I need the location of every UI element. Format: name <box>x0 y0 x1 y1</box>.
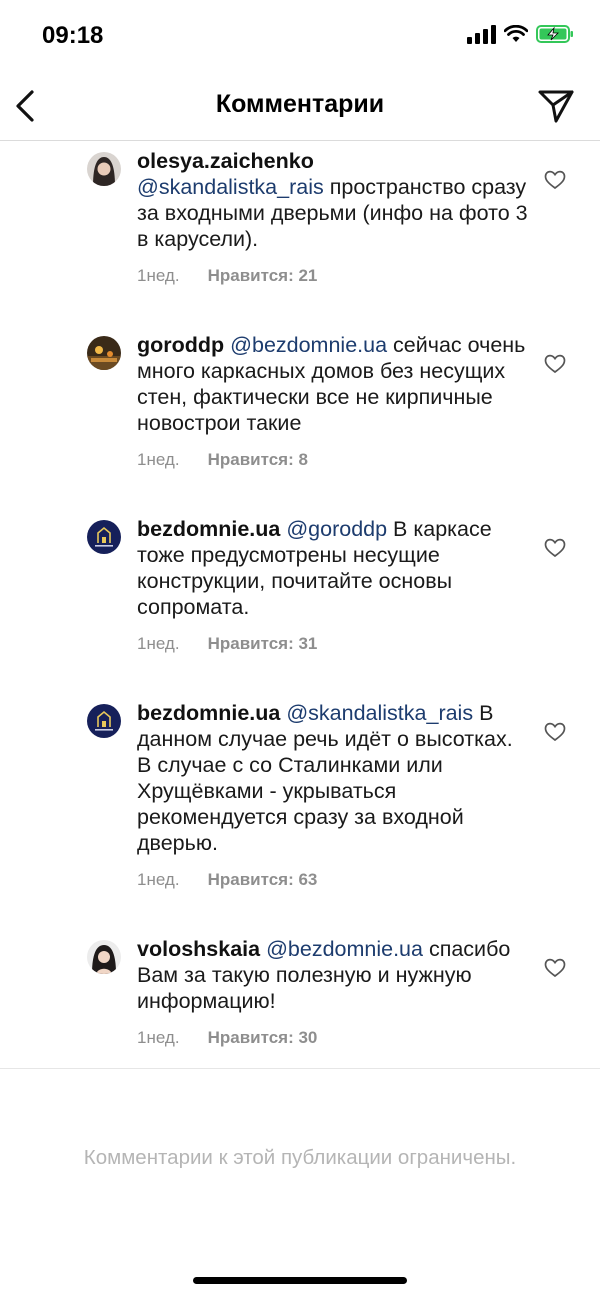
comment-text: goroddp @bezdomnie.ua сейчас очень много… <box>137 332 530 436</box>
comment-time: 1нед. <box>137 1028 180 1047</box>
comment-time: 1нед. <box>137 870 180 889</box>
comment-meta: 1нед. Нравится: 8 <box>137 450 530 472</box>
heart-icon[interactable] <box>544 170 566 190</box>
comment-likes[interactable]: Нравится: 31 <box>208 634 318 656</box>
battery-charging-icon <box>536 25 573 43</box>
heart-icon[interactable] <box>544 354 566 374</box>
comment-mention[interactable]: @skandalistka_rais <box>137 175 324 199</box>
comment-username[interactable]: voloshskaia <box>137 937 260 961</box>
avatar[interactable] <box>87 336 121 370</box>
status-time: 09:18 <box>42 22 104 49</box>
comment-text: bezdomnie.ua @skandalistka_rais В данном… <box>137 700 530 856</box>
comment-text: voloshskaia @bezdomnie.ua спасибо Вам за… <box>137 936 530 1014</box>
comment-likes[interactable]: Нравится: 21 <box>208 266 318 288</box>
heart-icon[interactable] <box>544 958 566 978</box>
heart-icon[interactable] <box>544 538 566 558</box>
comment-item: bezdomnie.ua @goroddp В каркасе тоже пре… <box>0 516 600 700</box>
comment-likes[interactable]: Нравится: 8 <box>208 450 308 472</box>
comment-text: bezdomnie.ua @goroddp В каркасе тоже пре… <box>137 516 530 620</box>
comment-mention[interactable]: @goroddp <box>286 517 387 541</box>
avatar[interactable] <box>87 704 121 738</box>
comment-item: olesya.zaichenko @skandalistka_rais прос… <box>0 148 600 332</box>
avatar[interactable] <box>87 520 121 554</box>
comment-username[interactable]: bezdomnie.ua <box>137 517 280 541</box>
page-title: Комментарии <box>215 90 385 118</box>
comment-item: goroddp @bezdomnie.ua сейчас очень много… <box>0 332 600 516</box>
comment-item: bezdomnie.ua @skandalistka_rais В данном… <box>0 700 600 936</box>
comment-username[interactable]: olesya.zaichenko <box>137 149 314 173</box>
comment-text: olesya.zaichenko @skandalistka_rais прос… <box>137 148 530 252</box>
comment-username[interactable]: bezdomnie.ua <box>137 701 280 725</box>
comment-mention[interactable]: @bezdomnie.ua <box>266 937 423 961</box>
avatar[interactable] <box>87 152 121 186</box>
comment-username[interactable]: goroddp <box>137 333 224 357</box>
status-bar: 09:18 <box>0 0 600 72</box>
comment-item: voloshskaia @bezdomnie.ua спасибо Вам за… <box>0 936 600 1066</box>
share-button[interactable] <box>536 86 576 126</box>
comment-meta: 1нед. Нравится: 63 <box>137 870 530 892</box>
wifi-icon <box>504 25 528 42</box>
comment-likes[interactable]: Нравится: 30 <box>208 1028 318 1050</box>
comment-time: 1нед. <box>137 450 180 469</box>
nav-bar: Комментарии <box>0 72 600 141</box>
comment-time: 1нед. <box>137 266 180 285</box>
status-icons <box>467 24 574 44</box>
comment-likes[interactable]: Нравится: 63 <box>208 870 318 892</box>
paper-plane-icon <box>538 90 574 123</box>
avatar[interactable] <box>87 940 121 974</box>
divider <box>0 1068 600 1069</box>
home-indicator[interactable] <box>193 1277 407 1284</box>
comment-meta: 1нед. Нравится: 21 <box>137 266 530 288</box>
comment-meta: 1нед. Нравится: 31 <box>137 634 530 656</box>
comment-meta: 1нед. Нравится: 30 <box>137 1028 530 1050</box>
comment-time: 1нед. <box>137 634 180 653</box>
heart-icon[interactable] <box>544 722 566 742</box>
cellular-signal-icon <box>467 24 496 44</box>
comment-mention[interactable]: @skandalistka_rais <box>286 701 473 725</box>
comments-restricted-notice: Комментарии к этой публикации ограничены… <box>83 1146 517 1169</box>
comment-mention[interactable]: @bezdomnie.ua <box>230 333 387 357</box>
comments-list: olesya.zaichenko @skandalistka_rais прос… <box>0 148 600 1066</box>
